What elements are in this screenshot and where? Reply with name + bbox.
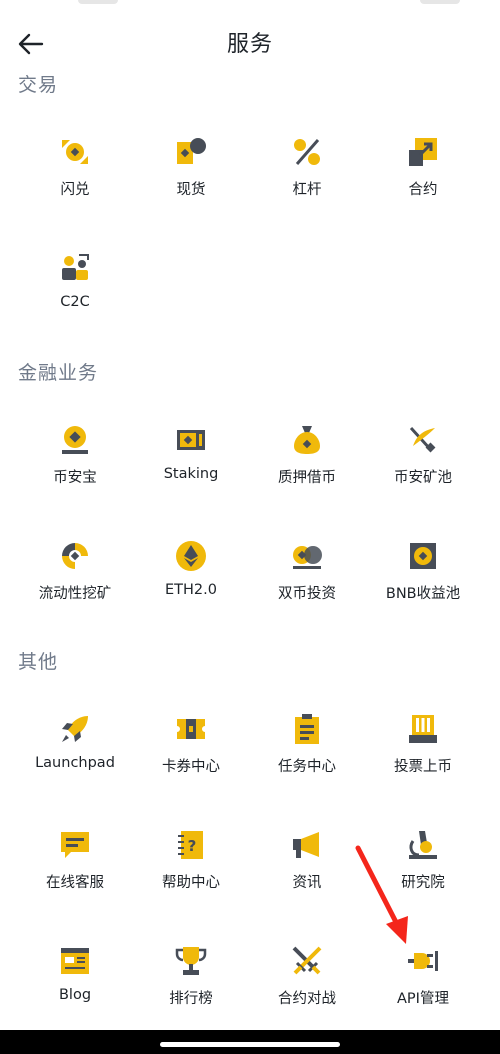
service-task[interactable]: 任务中心 xyxy=(249,713,365,813)
staking-icon xyxy=(177,430,205,450)
service-label: ETH2.0 xyxy=(165,582,217,598)
trophy-icon xyxy=(175,947,207,975)
convert-icon xyxy=(62,140,88,164)
service-margin[interactable]: 杠杆 xyxy=(249,136,365,236)
service-label: 合约对战 xyxy=(278,991,336,1007)
service-convert[interactable]: 闪兑 xyxy=(17,136,133,236)
swords-icon xyxy=(292,946,322,975)
service-bnb-vault[interactable]: BNB收益池 xyxy=(365,540,481,640)
service-label: 币安矿池 xyxy=(394,470,452,486)
liquidity-icon xyxy=(62,543,88,569)
service-label: BNB收益池 xyxy=(385,586,461,602)
service-label: 现货 xyxy=(176,182,206,198)
page-title: 服务 xyxy=(226,32,273,57)
service-savings[interactable]: 币安宝 xyxy=(17,424,133,524)
blog-icon xyxy=(61,948,89,974)
service-spot[interactable]: 现货 xyxy=(133,136,249,236)
service-liquidity[interactable]: 流动性挖矿 xyxy=(17,540,133,640)
red-arrow-annotation xyxy=(355,845,408,944)
service-label: 卡券中心 xyxy=(162,759,220,775)
home-indicator[interactable] xyxy=(160,1042,340,1047)
service-c2c[interactable]: C2C xyxy=(17,252,133,352)
margin-icon xyxy=(294,139,320,165)
service-launchpad[interactable]: Launchpad xyxy=(17,713,133,813)
service-label: Launchpad xyxy=(35,755,115,771)
service-staking[interactable]: Staking xyxy=(133,424,249,524)
bnb-vault-icon xyxy=(410,543,436,569)
status-bar xyxy=(0,0,500,14)
service-label: 质押借币 xyxy=(278,470,336,486)
service-label: 投票上币 xyxy=(394,759,452,775)
service-futures[interactable]: 合约 xyxy=(365,136,481,236)
service-loan[interactable]: 质押借币 xyxy=(249,424,365,524)
service-label: Staking xyxy=(163,466,219,482)
chat-icon xyxy=(61,832,89,858)
service-label: 闪兑 xyxy=(60,182,90,198)
status-indicator xyxy=(78,0,118,4)
service-label: 排行榜 xyxy=(169,991,213,1007)
service-help[interactable]: ? 帮助中心 xyxy=(133,829,249,929)
help-icon: ? xyxy=(178,831,203,859)
service-label: 合约 xyxy=(408,182,438,198)
futures-icon xyxy=(409,138,437,166)
service-label: 在线客服 xyxy=(46,875,104,891)
service-pool[interactable]: 币安矿池 xyxy=(365,424,481,524)
loan-icon xyxy=(294,426,320,454)
dual-investment-icon xyxy=(293,546,322,569)
service-eth2[interactable]: ETH2.0 xyxy=(133,540,249,640)
service-label: C2C xyxy=(60,294,90,310)
service-label: 流动性挖矿 xyxy=(38,586,112,602)
vote-icon xyxy=(409,715,437,743)
section-title-finance: 金融业务 xyxy=(18,362,99,384)
header: 服务 xyxy=(0,22,500,66)
service-ticket[interactable]: 卡券中心 xyxy=(133,713,249,813)
service-label: 帮助中心 xyxy=(162,875,220,891)
task-icon xyxy=(295,714,319,744)
pool-icon xyxy=(409,426,436,453)
svg-text:?: ? xyxy=(188,837,197,855)
section-title-trade: 交易 xyxy=(18,74,59,96)
rocket-icon xyxy=(62,716,88,742)
section-title-other: 其他 xyxy=(18,651,59,673)
savings-icon xyxy=(62,426,88,454)
spot-icon xyxy=(177,138,206,164)
service-label: Blog xyxy=(58,987,92,1003)
service-label: 任务中心 xyxy=(278,759,336,775)
eth-icon xyxy=(176,541,206,571)
service-support[interactable]: 在线客服 xyxy=(17,829,133,929)
ticket-icon xyxy=(177,719,205,739)
status-indicator xyxy=(420,0,460,4)
service-vote[interactable]: 投票上币 xyxy=(365,713,481,813)
service-dual-investment[interactable]: 双币投资 xyxy=(249,540,365,640)
service-label: API管理 xyxy=(397,991,449,1007)
c2c-icon xyxy=(62,254,89,280)
megaphone-icon xyxy=(293,832,319,858)
service-label: 杠杆 xyxy=(292,182,322,198)
service-label: 币安宝 xyxy=(53,470,97,486)
service-label: 双币投资 xyxy=(278,586,336,602)
